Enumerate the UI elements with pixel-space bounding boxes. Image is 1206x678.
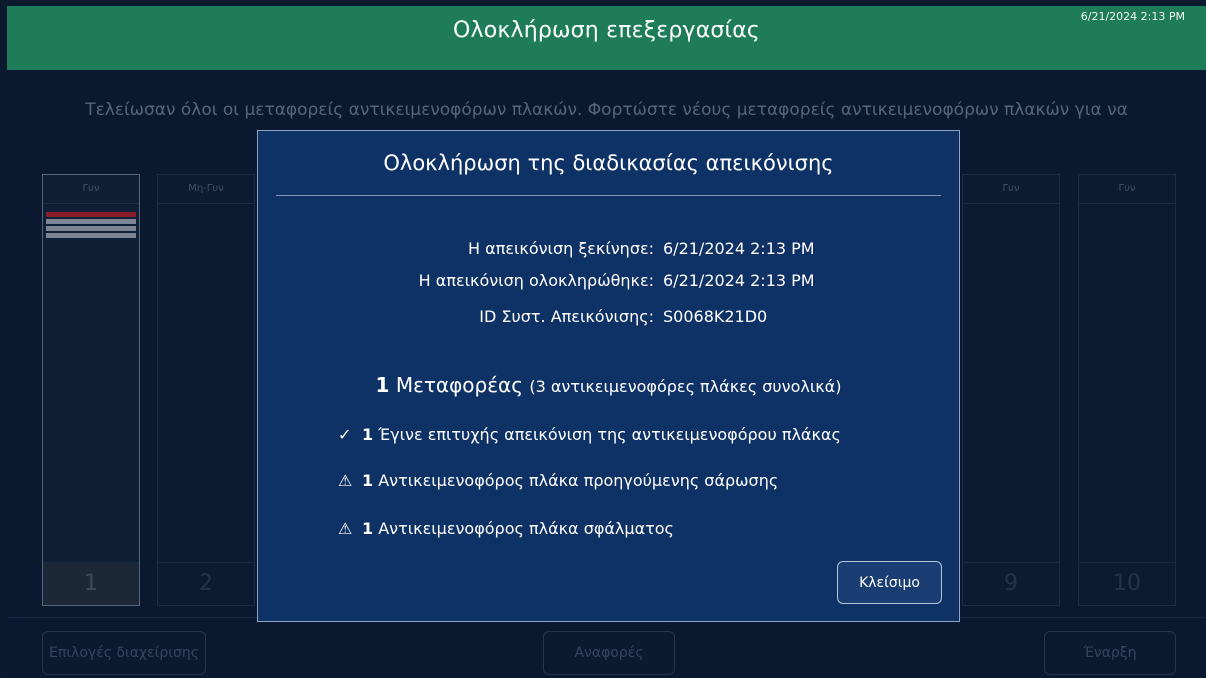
result-count: 1 — [362, 471, 374, 490]
result-count: 1 — [362, 519, 374, 538]
carrier-label: Γυν — [963, 175, 1059, 204]
result-text: Έγινε επιτυχής απεικόνιση της αντικειμεν… — [378, 425, 841, 444]
carrier-slot-2[interactable]: Μη-Γυν 2 — [157, 174, 255, 606]
carrier-slot-1[interactable]: Γυν 1 — [42, 174, 140, 606]
carrier-label: Γυν — [43, 175, 139, 204]
status-message: Τελείωσαν όλοι οι μεταφορείς αντικειμενο… — [85, 100, 1128, 120]
carrier-summary: 1 Μεταφορέας (3 αντικειμενοφόρες πλάκες … — [258, 373, 959, 397]
carrier-number: 1 — [43, 562, 139, 605]
dialog-title: Ολοκλήρωση της διαδικασίας απεικόνισης — [383, 151, 834, 175]
plate — [46, 219, 136, 224]
carrier-label: Γυν — [1079, 175, 1175, 204]
dialog-divider — [276, 195, 941, 196]
plate — [46, 233, 136, 238]
result-count: 1 — [362, 425, 374, 444]
warning-icon: ⚠ — [338, 471, 353, 490]
imaging-complete-dialog: Ολοκλήρωση της διαδικασίας απεικόνισης Η… — [257, 130, 960, 622]
warning-icon: ⚠ — [338, 519, 353, 538]
header-datetime: 6/21/2024 2:13 PM — [1080, 10, 1185, 23]
info-row-system-id: ID Συστ. Απεικόνισης: S0068K21D0 — [258, 307, 959, 331]
admin-options-button[interactable]: Επιλογές διαχείρισης — [42, 631, 206, 675]
result-error: ⚠ 1 Αντικειμενοφόρος πλάκα σφάλματος — [338, 519, 674, 538]
bottom-toolbar: Επιλογές διαχείρισης Αναφορές Έναρξη — [7, 617, 1206, 678]
carrier-number: 2 — [158, 562, 254, 605]
header-bar: Ολοκλήρωση επεξεργασίας 6/21/2024 2:13 P… — [7, 6, 1206, 70]
result-text: Αντικειμενοφόρος πλάκα σφάλματος — [378, 519, 674, 538]
result-previously-scanned: ⚠ 1 Αντικειμενοφόρος πλάκα προηγούμενης σ… — [338, 471, 778, 490]
result-text: Αντικειμενοφόρος πλάκα προηγούμενης σάρω… — [378, 471, 779, 490]
info-row-end: Η απεικόνιση ολοκληρώθηκε: 6/21/2024 2:1… — [258, 271, 959, 295]
info-label: Η απεικόνιση ξεκίνησε: — [468, 239, 654, 258]
info-value: S0068K21D0 — [663, 307, 768, 326]
info-value: 6/21/2024 2:13 PM — [663, 271, 815, 290]
page-title: Ολοκλήρωση επεξεργασίας — [452, 18, 761, 43]
info-value: 6/21/2024 2:13 PM — [663, 239, 815, 258]
summary-detail: (3 αντικειμενοφόρες πλάκες συνολικά) — [529, 377, 842, 396]
info-row-start: Η απεικόνιση ξεκίνησε: 6/21/2024 2:13 PM — [258, 239, 959, 263]
summary-count: 1 — [375, 373, 390, 397]
reports-button[interactable]: Αναφορές — [543, 631, 675, 675]
summary-label: Μεταφορέας — [395, 373, 523, 397]
start-button[interactable]: Έναρξη — [1044, 631, 1176, 675]
carrier-number: 10 — [1079, 562, 1175, 605]
close-button[interactable]: Κλείσιμο — [837, 561, 942, 604]
info-label: ID Συστ. Απεικόνισης: — [479, 307, 654, 326]
carrier-slot-9[interactable]: Γυν 9 — [962, 174, 1060, 606]
carrier-label: Μη-Γυν — [158, 175, 254, 204]
info-label: Η απεικόνιση ολοκληρώθηκε: — [418, 271, 654, 290]
plate-error — [46, 212, 136, 217]
carrier-number: 9 — [963, 562, 1059, 605]
result-success: ✓ 1 Έγινε επιτυχής απεικόνιση της αντικει… — [338, 425, 841, 444]
plate — [46, 226, 136, 231]
check-icon: ✓ — [338, 425, 352, 444]
carrier-slot-10[interactable]: Γυν 10 — [1078, 174, 1176, 606]
